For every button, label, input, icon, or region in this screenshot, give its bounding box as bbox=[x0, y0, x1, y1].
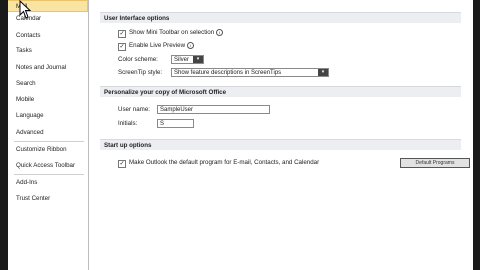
sidebar-item-add-ins[interactable]: Add-Ins bbox=[8, 177, 88, 189]
sidebar-item-contacts[interactable]: Contacts bbox=[8, 30, 88, 42]
sidebar-item-customize-ribbon[interactable]: Customize Ribbon bbox=[8, 144, 88, 156]
sidebar-item-advanced[interactable]: Advanced bbox=[8, 127, 88, 139]
color-scheme-select[interactable]: Silver ▾ bbox=[171, 55, 204, 64]
info-icon: i bbox=[216, 28, 224, 36]
initials-label: Initials: bbox=[118, 120, 138, 127]
sidebar-item-quick-access-toolbar[interactable]: Quick Access Toolbar bbox=[8, 160, 88, 172]
sidebar-item-mobile[interactable]: Mobile bbox=[8, 94, 88, 106]
outlook-options-dialog: Mail Calendar Contacts Tasks Notes and J… bbox=[8, 0, 473, 270]
user-name-input[interactable]: SampleUser bbox=[157, 105, 270, 114]
mini-toolbar-checkbox[interactable]: ✓ bbox=[118, 30, 126, 38]
info-icon: i bbox=[187, 41, 195, 49]
sidebar-divider bbox=[14, 141, 84, 142]
user-name-label: User name: bbox=[118, 106, 150, 113]
options-sidebar: Mail Calendar Contacts Tasks Notes and J… bbox=[8, 0, 89, 270]
section-header-startup: Start up options bbox=[100, 139, 461, 150]
screentip-style-label: ScreenTip style: bbox=[118, 69, 163, 76]
section-header-personalize: Personalize your copy of Microsoft Offic… bbox=[100, 86, 461, 97]
live-preview-label: Enable Live Preview i bbox=[129, 41, 195, 51]
sidebar-item-tasks[interactable]: Tasks bbox=[8, 45, 88, 57]
dropdown-arrow-icon: ▾ bbox=[318, 69, 328, 76]
live-preview-checkbox[interactable]: ✓ bbox=[118, 43, 126, 51]
sidebar-item-search[interactable]: Search bbox=[8, 78, 88, 90]
options-main-panel: User Interface options ✓ Show Mini Toolb… bbox=[98, 0, 473, 270]
default-programs-button[interactable]: Default Programs bbox=[400, 158, 470, 168]
default-program-checkbox[interactable]: ✓ bbox=[118, 160, 126, 168]
color-scheme-label: Color scheme: bbox=[118, 56, 158, 63]
screentip-style-select[interactable]: Show feature descriptions in ScreenTips … bbox=[171, 68, 329, 77]
default-program-label: Make Outlook the default program for E-m… bbox=[129, 159, 320, 166]
mouse-pointer-icon bbox=[19, 0, 32, 19]
sidebar-item-language[interactable]: Language bbox=[8, 110, 88, 122]
sidebar-item-trust-center[interactable]: Trust Center bbox=[8, 193, 88, 205]
sidebar-item-notes-journal[interactable]: Notes and Journal bbox=[8, 62, 88, 74]
dropdown-arrow-icon: ▾ bbox=[193, 56, 203, 63]
initials-input[interactable]: S bbox=[157, 119, 194, 128]
section-header-ui-options: User Interface options bbox=[100, 12, 461, 23]
mini-toolbar-label: Show Mini Toolbar on selection i bbox=[129, 28, 224, 38]
sidebar-divider bbox=[14, 174, 84, 175]
